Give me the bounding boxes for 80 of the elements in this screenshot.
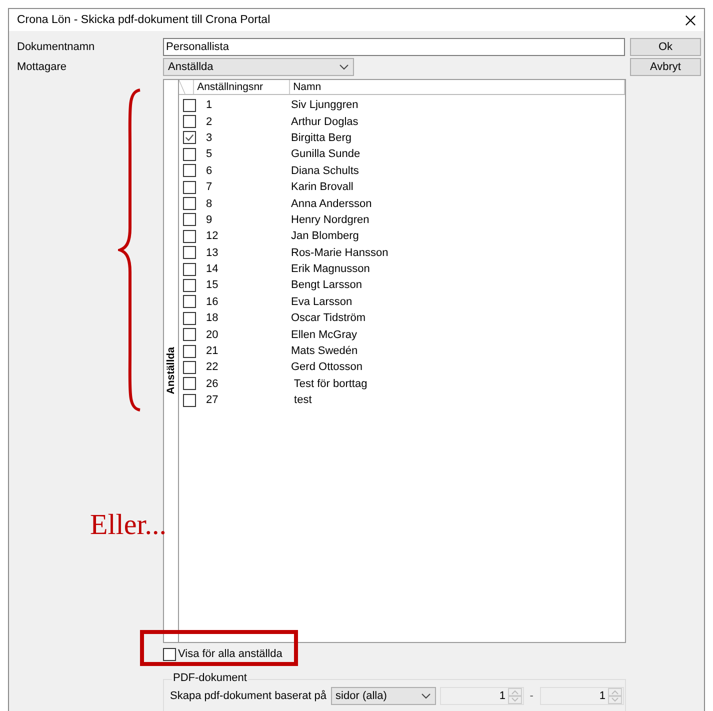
chevron-down-icon [420,693,431,699]
table-cell: Diana Schults [291,164,359,177]
checkbox-label[interactable]: Visa för alla anställda [178,648,282,660]
table-cell: Oscar Tidström [291,312,366,324]
from-spinner[interactable]: 1 [440,687,524,705]
chevron-down-icon [339,64,349,70]
recipient-dropdown[interactable]: Anställda [163,58,354,76]
checkbox[interactable] [183,164,196,178]
window-title: Crona Lön - Skicka pdf-dokument till Crona Portal [17,14,270,26]
table-cell-text: 6 [205,164,214,177]
checkbox[interactable] [183,197,196,210]
table-cell: Ellen McGray [291,328,358,341]
table-cell-text: 18 [205,312,220,324]
checkbox[interactable] [183,377,196,390]
table-cell-text: 27 [205,394,220,406]
checkbox[interactable] [163,648,176,660]
checkbox[interactable] [183,230,196,243]
table-cell-text: Test för borttag [292,378,368,390]
table-cell: Anna Andersson [291,198,372,210]
checkbox[interactable] [183,278,196,292]
table-cell-text: 21 [205,345,220,358]
table-cell-text: 26 [205,378,220,390]
checkbox[interactable] [183,312,196,325]
table-cell-text: 14 [205,263,220,276]
table-cell: Siv Ljunggren [291,99,358,112]
name-field[interactable]: Personallista [163,38,625,56]
table-cell: Mats Swedén [291,345,358,358]
checkbox[interactable] [183,213,196,226]
table-cell: Ros-Marie Hansson [291,246,388,259]
field-label: Skapa pdf-dokument baserat på [170,690,327,702]
table-cell-text: 5 [205,148,214,160]
table-cell-text: test [293,394,312,406]
close-icon[interactable] [685,14,696,26]
annotation-text: Eller... [90,509,167,542]
table-cell-text: 20 [205,328,220,341]
table-cell: Arthur Doglas [291,116,358,128]
table-cell: Eva Larsson [291,296,352,308]
checkbox[interactable] [183,328,196,342]
table-cell-text: 13 [205,246,220,259]
range-separator: - [528,690,534,702]
dialog-button[interactable]: Ok [630,38,701,56]
table-cell: Bengt Larsson [291,279,362,292]
checkbox[interactable] [183,131,196,144]
table-cell: Erik Magnusson [291,263,370,276]
checkbox[interactable] [183,262,196,276]
checkbox[interactable] [183,98,196,112]
table-cell-text: 8 [205,198,214,210]
table-cell-text: 2 [205,116,214,128]
basis-dropdown[interactable]: sidor (alla) [330,687,436,705]
corner-header [179,80,194,94]
group-title: PDF-dokument [172,672,248,684]
checkbox[interactable] [183,115,196,128]
table-cell-text: 12 [205,230,220,242]
table-cell: Jan Blomberg [291,230,359,242]
field-label: Mottagare [17,60,68,72]
table-cell-text: 16 [205,296,220,308]
column-header[interactable]: Anställningsnr [194,80,290,94]
table-cell-text: 3 [205,132,214,144]
checkbox[interactable] [183,344,196,358]
dialog-button[interactable]: Avbryt [630,58,701,76]
table-cell-text: 7 [205,181,214,194]
table-cell-text: 1 [205,99,214,112]
checkbox[interactable] [183,295,196,308]
table-cell: Karin Brovall [291,181,354,194]
table-cell-text: 15 [205,279,220,292]
table-cell-text: 9 [205,214,214,226]
checkbox[interactable] [183,360,196,374]
to-spinner[interactable]: 1 [540,687,624,705]
checkbox[interactable] [183,180,196,194]
table-cell-text: 22 [205,361,220,374]
column-header[interactable]: Namn [290,80,625,94]
table-cell: Gerd Ottosson [291,361,363,374]
group-label: Anställda [165,346,177,394]
table-cell: Gunilla Sunde [291,148,360,160]
table-cell: Henry Nordgren [291,214,370,226]
checkbox[interactable] [183,246,196,260]
field-label: Dokumentnamn [17,40,96,52]
checkbox[interactable] [183,148,196,161]
table-cell: Birgitta Berg [291,132,352,144]
checkbox[interactable] [183,394,196,407]
